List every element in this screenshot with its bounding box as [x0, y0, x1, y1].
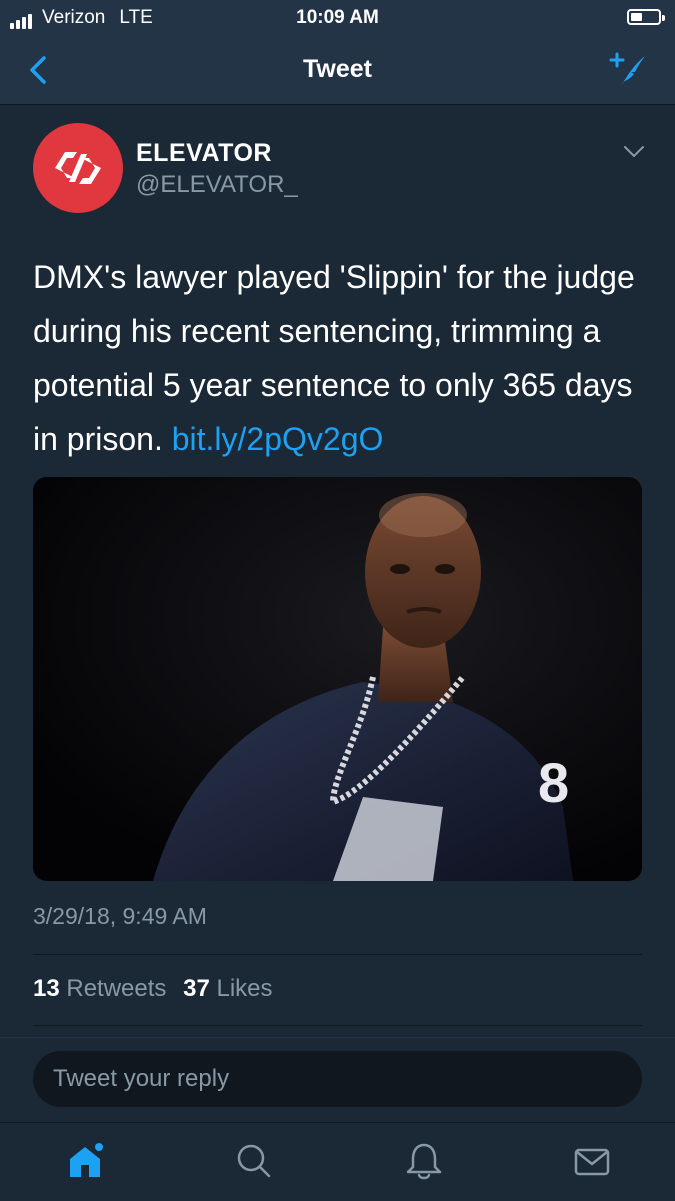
page-title: Tweet [303, 55, 372, 83]
likes-count: 37 [183, 975, 210, 1002]
tweet-text: DMX's lawyer played 'Slippin' for the ju… [33, 250, 648, 466]
compose-tweet-button[interactable] [605, 50, 649, 90]
likes-stat[interactable]: 37 Likes [183, 975, 272, 1002]
retweets-stat[interactable]: 13 Retweets [33, 975, 166, 1002]
compose-tweet-icon [609, 52, 645, 86]
tweet-media-photo[interactable]: 8 [33, 477, 642, 881]
tweet-detail: ELEVATOR @ELEVATOR_ DMX's lawyer played … [0, 105, 675, 1037]
tab-bar [0, 1122, 675, 1201]
notifications-bell-icon [406, 1143, 442, 1180]
svg-text:8: 8 [538, 751, 569, 814]
retweets-count: 13 [33, 975, 60, 1002]
tweet-stats: 13 Retweets 37 Likes [33, 975, 283, 1003]
status-bar: Verizon LTE 10:09 AM [0, 0, 675, 36]
avatar[interactable] [33, 123, 123, 213]
tab-messages[interactable] [570, 1139, 614, 1183]
tab-notifications[interactable] [402, 1139, 446, 1183]
likes-label: Likes [216, 975, 273, 1002]
home-icon [70, 1141, 105, 1177]
clock: 10:09 AM [296, 7, 379, 28]
photo-of-man-on-stage: 8 [33, 477, 642, 881]
battery-icon [627, 9, 665, 25]
tweet-link[interactable]: bit.ly/2pQv2gO [172, 421, 384, 457]
divider [33, 954, 642, 955]
divider [33, 1025, 642, 1026]
author-handle[interactable]: @ELEVATOR_ [136, 171, 298, 199]
retweets-label: Retweets [66, 975, 167, 1002]
tweet-timestamp: 3/29/18, 9:49 AM [33, 903, 207, 929]
reply-input[interactable] [33, 1051, 642, 1107]
tweet-options-button[interactable] [623, 145, 645, 159]
nav-bar: Tweet [0, 36, 675, 105]
reply-bar [0, 1037, 675, 1123]
elevator-logo-icon [55, 152, 101, 184]
messages-envelope-icon [574, 1148, 610, 1176]
tab-home[interactable] [64, 1139, 108, 1183]
tab-search[interactable] [232, 1139, 276, 1183]
chevron-down-icon [624, 146, 644, 157]
search-icon [237, 1144, 271, 1178]
author-name[interactable]: ELEVATOR [136, 139, 272, 168]
